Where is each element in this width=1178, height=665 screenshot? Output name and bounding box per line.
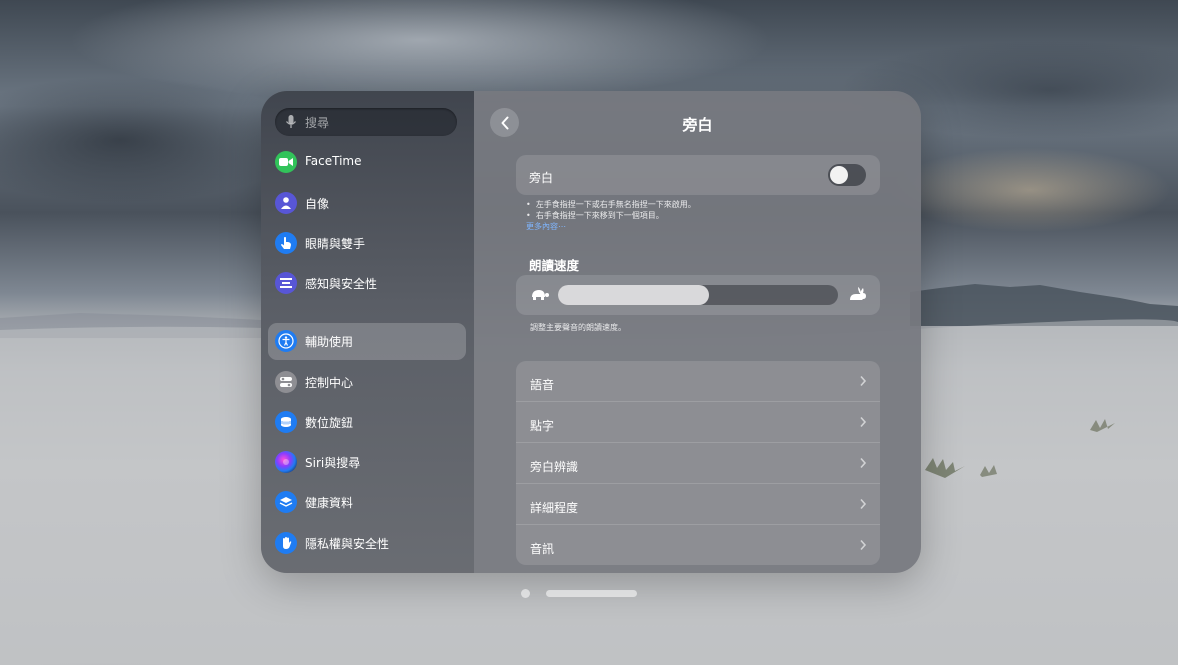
voiceover-toggle-label: 旁白	[529, 171, 554, 185]
persona-icon	[275, 192, 297, 214]
speaking-rate-caption: 調整主要聲音的朗讀速度。	[530, 323, 626, 332]
list-item-braille[interactable]: 點字	[516, 402, 880, 443]
chevron-right-icon	[860, 539, 867, 551]
sidebar-item-label: 隱私權與安全性	[305, 537, 390, 551]
sidebar-item-label: 輔助使用	[305, 335, 354, 349]
accessibility-icon	[275, 330, 297, 352]
chevron-right-icon	[860, 457, 867, 469]
turtle-icon	[532, 290, 549, 300]
sidebar-item-label: 數位旋鈕	[305, 416, 354, 430]
speaking-rate-slider[interactable]	[558, 285, 838, 305]
list-item-verbosity[interactable]: 詳細程度	[516, 484, 880, 525]
control-center-icon	[275, 371, 297, 393]
sidebar-item-label: FaceTime	[305, 154, 362, 168]
toggle-knob	[830, 166, 848, 184]
sidebar-item-awareness-safety[interactable]: 感知與安全性	[268, 265, 466, 302]
sidebar-item-label: 眼睛與雙手	[305, 237, 366, 251]
speaking-rate-row	[516, 275, 880, 315]
list-item-label: 點字	[530, 419, 555, 433]
list-item-label: 語音	[530, 378, 555, 392]
search-field[interactable]: 搜尋	[275, 108, 457, 136]
sidebar-item-facetime[interactable]: FaceTime	[268, 144, 466, 181]
sidebar-item-accessibility[interactable]: 輔助使用	[268, 323, 466, 360]
voiceover-toggle-row: 旁白	[516, 155, 880, 195]
chevron-right-icon	[860, 416, 867, 428]
health-data-icon	[275, 491, 297, 513]
list-item-label: 音訊	[530, 542, 555, 556]
sidebar-item-label: 感知與安全性	[305, 277, 378, 291]
awareness-icon	[275, 272, 297, 294]
sidebar-item-privacy-security[interactable]: 隱私權與安全性	[268, 525, 466, 562]
chevron-right-icon	[860, 375, 867, 387]
page-indicator-dot[interactable]	[521, 589, 530, 598]
sidebar-item-persona[interactable]: 自像	[268, 185, 466, 222]
search-placeholder: 搜尋	[305, 116, 330, 130]
sidebar-item-health-data[interactable]: 健康資料	[268, 484, 466, 521]
sidebar-item-label: 控制中心	[305, 376, 354, 390]
list-item-speech[interactable]: 語音	[516, 361, 880, 402]
list-item-recognition[interactable]: 旁白辨識	[516, 443, 880, 484]
list-item-audio[interactable]: 音訊	[516, 525, 880, 566]
more-info-link[interactable]: 更多內容⋯	[526, 221, 696, 232]
sidebar-item-label: Siri與搜尋	[305, 456, 361, 470]
sidebar-item-label: 健康資料	[305, 496, 354, 510]
sidebar-item-digital-crown[interactable]: 數位旋鈕	[268, 404, 466, 441]
facetime-icon	[275, 151, 297, 173]
sidebar-item-control-center[interactable]: 控制中心	[268, 364, 466, 401]
voiceover-notes: • 左手食指捏一下或右手無名指捏一下來啟用。 • 右手食指捏一下來移到下一個項目…	[526, 199, 696, 232]
detail-pane: 旁白 旁白 • 左手食指捏一下或右手無名指捏一下來啟用。 • 右手食指捏一下來移…	[474, 91, 921, 573]
slider-fill	[558, 285, 709, 305]
sidebar-item-label: 自像	[305, 197, 330, 211]
rabbit-icon	[850, 287, 866, 300]
digital-crown-icon	[275, 411, 297, 433]
sidebar: 搜尋 FaceTime 自像 眼睛與雙手 感知與安全性 輔助使用 控制中心 數位…	[261, 91, 474, 573]
microphone-icon[interactable]	[285, 114, 297, 130]
note-item: • 左手食指捏一下或右手無名指捏一下來啟用。	[526, 200, 696, 209]
sidebar-item-eyes-hands[interactable]: 眼睛與雙手	[268, 225, 466, 262]
settings-window: 搜尋 FaceTime 自像 眼睛與雙手 感知與安全性 輔助使用 控制中心 數位…	[261, 91, 921, 573]
page-title: 旁白	[682, 116, 713, 134]
window-grabber-bar[interactable]	[546, 590, 637, 597]
siri-icon	[275, 451, 297, 473]
list-item-label: 旁白辨識	[530, 460, 579, 474]
voiceover-toggle[interactable]	[828, 164, 866, 186]
hand-pointer-icon	[275, 232, 297, 254]
speaking-rate-heading: 朗讀速度	[529, 258, 580, 273]
sidebar-item-siri-search[interactable]: Siri與搜尋	[268, 444, 466, 481]
note-item: • 右手食指捏一下來移到下一個項目。	[526, 211, 664, 220]
chevron-right-icon	[860, 498, 867, 510]
list-item-label: 詳細程度	[530, 501, 579, 515]
settings-list: 語音 點字 旁白辨識 詳細程度 音訊	[516, 361, 880, 565]
hand-raised-icon	[275, 532, 297, 554]
